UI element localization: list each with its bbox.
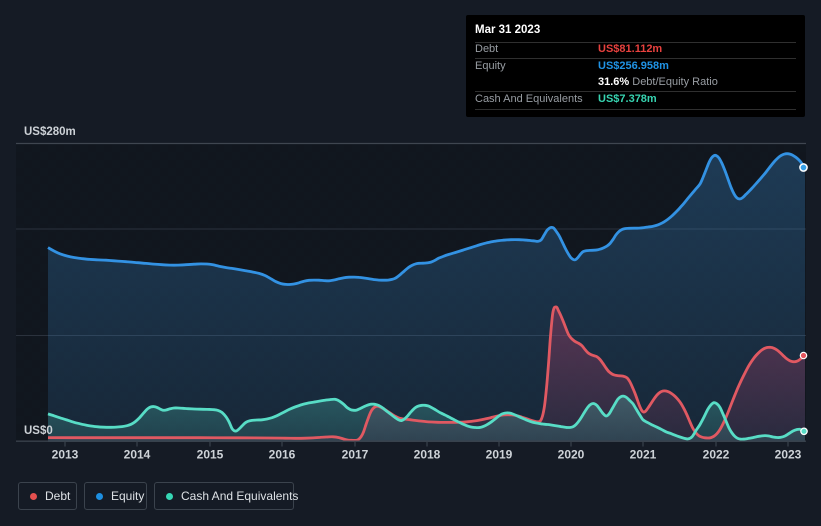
svg-text:US$0: US$0: [24, 425, 53, 437]
svg-text:2017: 2017: [342, 448, 369, 462]
svg-text:2019: 2019: [486, 448, 513, 462]
svg-text:2016: 2016: [269, 448, 296, 462]
svg-text:2015: 2015: [197, 448, 224, 462]
svg-text:US$280m: US$280m: [24, 126, 76, 138]
svg-text:2023: 2023: [775, 448, 802, 462]
svg-text:2021: 2021: [630, 448, 657, 462]
svg-text:2020: 2020: [558, 448, 585, 462]
svg-text:2022: 2022: [703, 448, 730, 462]
svg-text:2013: 2013: [52, 448, 79, 462]
svg-text:2018: 2018: [414, 448, 441, 462]
svg-text:2014: 2014: [124, 448, 151, 462]
